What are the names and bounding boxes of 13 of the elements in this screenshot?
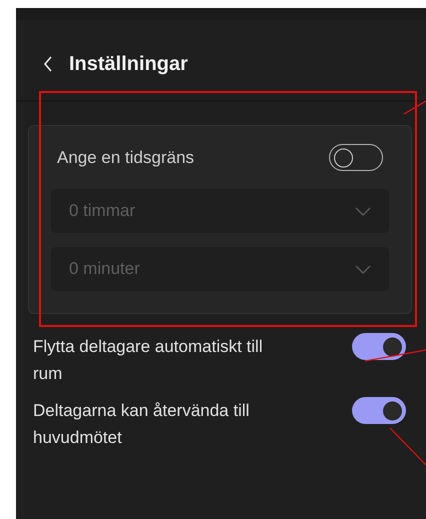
annotation-line xyxy=(364,349,426,362)
option-label: Deltagarna kan återvända till huvudmötet xyxy=(33,400,250,449)
back-icon[interactable] xyxy=(43,56,53,72)
chevron-down-icon xyxy=(355,206,371,216)
page-title: Inställningar xyxy=(69,52,188,76)
option-toggle[interactable] xyxy=(352,397,406,424)
option-label: Flytta deltagare automatiskt till rum xyxy=(33,336,264,385)
chevron-down-icon xyxy=(355,264,371,274)
time-limit-label: Ange en tidsgräns xyxy=(57,148,194,168)
time-limit-toggle[interactable] xyxy=(329,144,383,171)
option-toggle[interactable] xyxy=(352,333,406,360)
annotation-line xyxy=(390,428,426,466)
annotation-line xyxy=(404,100,426,115)
